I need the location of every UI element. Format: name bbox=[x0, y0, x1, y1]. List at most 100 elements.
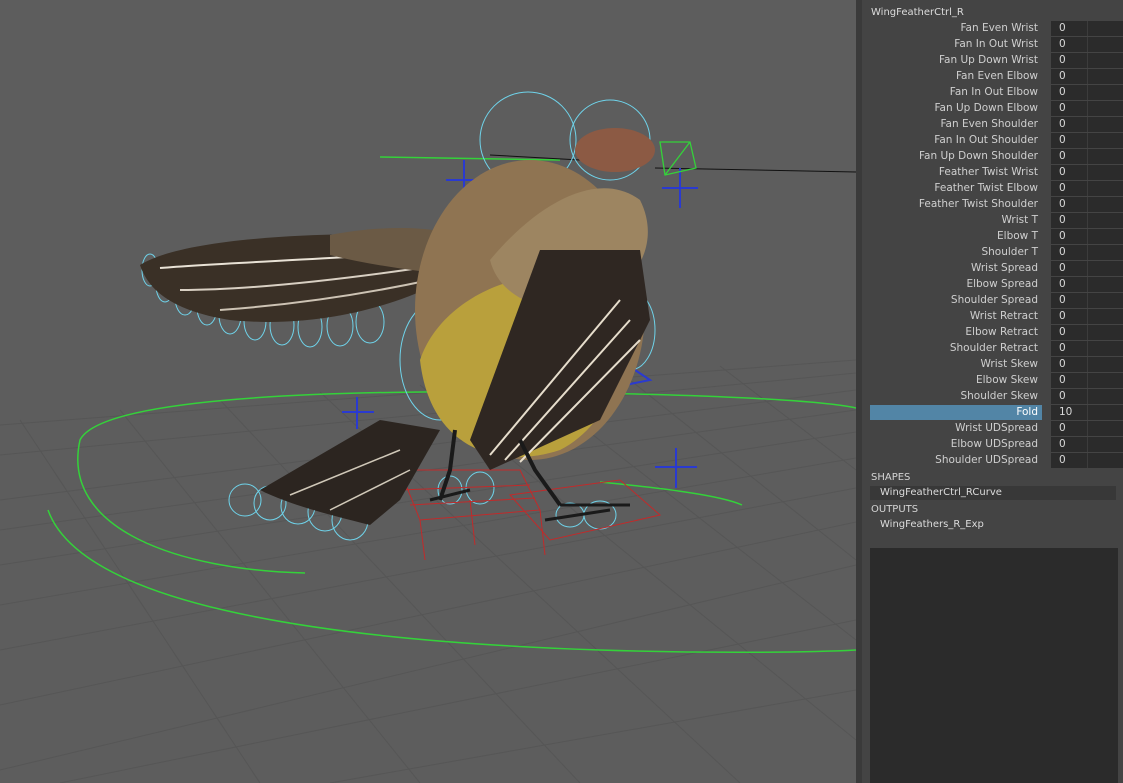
attribute-label[interactable]: Elbow Spread bbox=[966, 278, 1038, 290]
attribute-value-field[interactable]: 0 bbox=[1051, 261, 1123, 276]
attribute-label[interactable]: Shoulder T bbox=[981, 246, 1038, 258]
node-name[interactable]: WingFeatherCtrl_R bbox=[871, 7, 964, 18]
viewport-scene bbox=[0, 91, 856, 783]
attribute-row[interactable]: Elbow Retract 0 bbox=[870, 325, 1123, 340]
attribute-value: 0 bbox=[1059, 54, 1066, 66]
attribute-label[interactable]: Feather Twist Shoulder bbox=[919, 198, 1038, 210]
attribute-value-field[interactable]: 0 bbox=[1051, 85, 1123, 100]
shape-node[interactable]: WingFeatherCtrl_RCurve bbox=[870, 486, 1116, 500]
attribute-label[interactable]: Fan In Out Shoulder bbox=[934, 134, 1038, 146]
attribute-row[interactable]: Feather Twist Wrist 0 bbox=[870, 165, 1123, 180]
attribute-label[interactable]: Elbow UDSpread bbox=[951, 438, 1038, 450]
outputs-header: OUTPUTS bbox=[871, 504, 919, 515]
attribute-label[interactable]: Elbow Skew bbox=[976, 374, 1038, 386]
attribute-row[interactable]: Fan In Out Wrist 0 bbox=[870, 37, 1123, 52]
attribute-label[interactable]: Fan Even Shoulder bbox=[940, 118, 1038, 130]
attribute-value-field[interactable]: 0 bbox=[1051, 53, 1123, 68]
attribute-value-field[interactable]: 10 bbox=[1051, 405, 1123, 420]
attribute-label[interactable]: Fan Even Elbow bbox=[956, 70, 1038, 82]
attribute-label[interactable]: Fan In Out Elbow bbox=[950, 86, 1038, 98]
3d-viewport[interactable] bbox=[0, 0, 856, 783]
attribute-row[interactable]: Feather Twist Shoulder 0 bbox=[870, 197, 1123, 212]
attribute-value-field[interactable]: 0 bbox=[1051, 293, 1123, 308]
attribute-value-field[interactable]: 0 bbox=[1051, 37, 1123, 52]
attribute-label[interactable]: Feather Twist Elbow bbox=[934, 182, 1038, 194]
attribute-row[interactable]: Wrist T 0 bbox=[870, 213, 1123, 228]
attribute-value-field[interactable]: 0 bbox=[1051, 101, 1123, 116]
attribute-row[interactable]: Fan Up Down Shoulder 0 bbox=[870, 149, 1123, 164]
attribute-value-field[interactable]: 0 bbox=[1051, 165, 1123, 180]
attribute-row[interactable]: Fan Even Shoulder 0 bbox=[870, 117, 1123, 132]
attribute-value-field[interactable]: 0 bbox=[1051, 421, 1123, 436]
attribute-label[interactable]: Fan Up Down Wrist bbox=[939, 54, 1038, 66]
attribute-value: 0 bbox=[1059, 374, 1066, 386]
attribute-row[interactable]: Wrist Skew 0 bbox=[870, 357, 1123, 372]
head-control bbox=[659, 141, 697, 176]
attribute-value-field[interactable]: 0 bbox=[1051, 309, 1123, 324]
attribute-value-field[interactable]: 0 bbox=[1051, 197, 1123, 212]
attribute-row[interactable]: Elbow T 0 bbox=[870, 229, 1123, 244]
attribute-row[interactable]: Shoulder UDSpread 0 bbox=[870, 453, 1123, 468]
attribute-row[interactable]: Fan Up Down Wrist 0 bbox=[870, 53, 1123, 68]
attribute-label[interactable]: Fan In Out Wrist bbox=[954, 38, 1038, 50]
attribute-value: 0 bbox=[1059, 294, 1066, 306]
attribute-row[interactable]: Feather Twist Elbow 0 bbox=[870, 181, 1123, 196]
attribute-row[interactable]: Shoulder Spread 0 bbox=[870, 293, 1123, 308]
attribute-row[interactable]: Shoulder Retract 0 bbox=[870, 341, 1123, 356]
attribute-row[interactable]: Fan Even Wrist 0 bbox=[870, 21, 1123, 36]
attribute-row[interactable]: Fan In Out Elbow 0 bbox=[870, 85, 1123, 100]
attribute-label[interactable]: Wrist UDSpread bbox=[955, 422, 1038, 434]
attribute-value-field[interactable]: 0 bbox=[1051, 437, 1123, 452]
attribute-value-field[interactable]: 0 bbox=[1051, 453, 1123, 468]
attribute-label[interactable]: Shoulder Retract bbox=[950, 342, 1038, 354]
attribute-value-field[interactable]: 0 bbox=[1051, 389, 1123, 404]
attribute-row[interactable]: Fan Even Elbow 0 bbox=[870, 69, 1123, 84]
attribute-label[interactable]: Wrist Retract bbox=[970, 310, 1038, 322]
attribute-row[interactable]: Shoulder T 0 bbox=[870, 245, 1123, 260]
attribute-label[interactable]: Elbow T bbox=[997, 230, 1038, 242]
attribute-row[interactable]: Fan Up Down Elbow 0 bbox=[870, 101, 1123, 116]
attribute-value-field[interactable]: 0 bbox=[1051, 133, 1123, 148]
attribute-value-field[interactable]: 0 bbox=[1051, 69, 1123, 84]
attribute-row[interactable]: Fold 10 bbox=[870, 405, 1123, 420]
attribute-value-field[interactable]: 0 bbox=[1051, 229, 1123, 244]
attribute-label[interactable]: Elbow Retract bbox=[965, 326, 1038, 338]
attribute-row[interactable]: Fan In Out Shoulder 0 bbox=[870, 133, 1123, 148]
attribute-row[interactable]: Shoulder Skew 0 bbox=[870, 389, 1123, 404]
attribute-value-field[interactable]: 0 bbox=[1051, 341, 1123, 356]
output-node-label: WingFeathers_R_Exp bbox=[880, 519, 984, 530]
attribute-value-field[interactable]: 0 bbox=[1051, 117, 1123, 132]
attribute-row[interactable]: Wrist Retract 0 bbox=[870, 309, 1123, 324]
bird-model bbox=[140, 128, 655, 525]
attribute-label[interactable]: Fan Up Down Shoulder bbox=[919, 150, 1038, 162]
attribute-row[interactable]: Elbow Spread 0 bbox=[870, 277, 1123, 292]
attribute-label[interactable]: Feather Twist Wrist bbox=[939, 166, 1038, 178]
attribute-value: 0 bbox=[1059, 230, 1066, 242]
attribute-value: 0 bbox=[1059, 422, 1066, 434]
attribute-value-field[interactable]: 0 bbox=[1051, 325, 1123, 340]
attribute-row[interactable]: Wrist UDSpread 0 bbox=[870, 421, 1123, 436]
attribute-value-field[interactable]: 0 bbox=[1051, 245, 1123, 260]
attribute-label[interactable]: Shoulder Spread bbox=[951, 294, 1038, 306]
attribute-value-field[interactable]: 0 bbox=[1051, 181, 1123, 196]
attribute-value-field[interactable]: 0 bbox=[1051, 21, 1123, 36]
attribute-label[interactable]: Fold bbox=[1016, 406, 1038, 418]
attribute-row[interactable]: Elbow UDSpread 0 bbox=[870, 437, 1123, 452]
attribute-row[interactable]: Elbow Skew 0 bbox=[870, 373, 1123, 388]
attribute-label[interactable]: Shoulder Skew bbox=[960, 390, 1038, 402]
attribute-value-field[interactable]: 0 bbox=[1051, 213, 1123, 228]
attribute-label[interactable]: Shoulder UDSpread bbox=[935, 454, 1038, 466]
attribute-value-field[interactable]: 0 bbox=[1051, 149, 1123, 164]
attribute-label[interactable]: Wrist Skew bbox=[981, 358, 1039, 370]
attribute-label[interactable]: Fan Up Down Elbow bbox=[934, 102, 1038, 114]
attribute-label[interactable]: Wrist T bbox=[1002, 214, 1038, 226]
attribute-row[interactable]: Wrist Spread 0 bbox=[870, 261, 1123, 276]
attribute-label[interactable]: Wrist Spread bbox=[971, 262, 1038, 274]
attribute-value: 0 bbox=[1059, 166, 1066, 178]
attribute-value-field[interactable]: 0 bbox=[1051, 277, 1123, 292]
attribute-value-field[interactable]: 0 bbox=[1051, 357, 1123, 372]
attribute-value-field[interactable]: 0 bbox=[1051, 373, 1123, 388]
attribute-label[interactable]: Fan Even Wrist bbox=[960, 22, 1038, 34]
output-node[interactable]: WingFeathers_R_Exp bbox=[870, 518, 1116, 532]
channel-box: WingFeatherCtrl_R Fan Even Wrist 0 Fan In … bbox=[862, 0, 1123, 783]
